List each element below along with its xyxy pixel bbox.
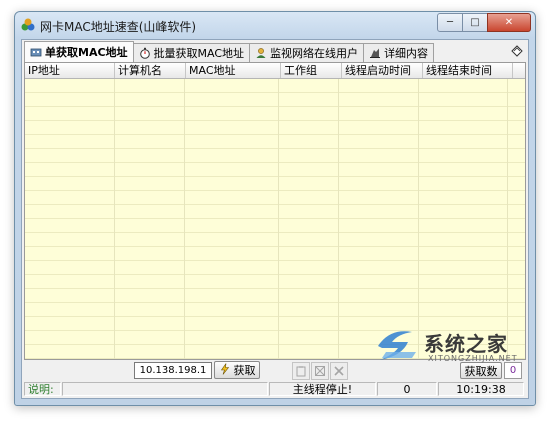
- column-header-mac[interactable]: MAC地址: [186, 63, 281, 78]
- table-body: [25, 79, 525, 359]
- client-area: 单获取MAC地址 批量获取MAC地址 监视网络在线用户 详细内容 IP地址 计算…: [21, 39, 529, 399]
- status-description-value: [62, 382, 268, 396]
- maximize-button[interactable]: □: [462, 13, 488, 32]
- fetch-count-value: 0: [504, 362, 522, 379]
- stopwatch-icon: [139, 47, 151, 59]
- tab-batch-mac[interactable]: 批量获取MAC地址: [132, 43, 251, 62]
- tab-monitor-users[interactable]: 监视网络在线用户: [249, 43, 365, 62]
- fetch-button-label: 获取: [233, 364, 256, 377]
- column-header-computer-name[interactable]: 计算机名: [115, 63, 186, 78]
- minimize-button[interactable]: ─: [437, 13, 463, 32]
- status-thread-state: 主线程停止!: [269, 382, 376, 396]
- user-monitor-icon: [255, 47, 267, 59]
- tab-details[interactable]: 详细内容: [363, 43, 435, 62]
- app-icon: [21, 18, 35, 31]
- tab-single-mac[interactable]: 单获取MAC地址: [24, 41, 134, 62]
- column-header-thread-start[interactable]: 线程启动时间: [342, 63, 423, 78]
- status-bar: 说明: 主线程停止! 0 10:19:38: [24, 382, 524, 396]
- tab-label: 监视网络在线用户: [270, 47, 359, 60]
- title-bar[interactable]: 网卡MAC地址速查(山峰软件) ─ □ ✕: [15, 12, 535, 38]
- window-title: 网卡MAC地址速查(山峰软件): [40, 20, 197, 34]
- clear-icon[interactable]: [330, 362, 348, 380]
- table-header: IP地址 计算机名 MAC地址 工作组 线程启动时间 线程结束时间: [25, 63, 525, 79]
- tab-label: 单获取MAC地址: [45, 46, 128, 59]
- details-icon: [369, 47, 381, 59]
- bottom-toolbar: 10.138.198.1 获取 获取数 0: [24, 361, 524, 381]
- status-time: 10:19:38: [438, 382, 524, 396]
- tab-label: 详细内容: [384, 47, 429, 60]
- fetch-button[interactable]: 获取: [214, 361, 260, 379]
- tab-strip: 单获取MAC地址 批量获取MAC地址 监视网络在线用户 详细内容: [24, 41, 435, 62]
- column-header-workgroup[interactable]: 工作组: [281, 63, 342, 78]
- status-description-label: 说明:: [24, 382, 61, 396]
- tab-label: 批量获取MAC地址: [153, 47, 245, 60]
- network-card-icon: [30, 46, 42, 58]
- lightning-icon: [219, 362, 231, 378]
- mac-results-table[interactable]: IP地址 计算机名 MAC地址 工作组 线程启动时间 线程结束时间: [24, 62, 526, 360]
- close-button[interactable]: ✕: [487, 13, 531, 32]
- ip-address-input[interactable]: 10.138.198.1: [134, 362, 212, 379]
- delete-grid-icon[interactable]: [311, 362, 329, 380]
- column-header-ip[interactable]: IP地址: [25, 63, 115, 78]
- status-count: 0: [377, 382, 437, 396]
- clipboard-icon[interactable]: [292, 362, 310, 380]
- app-window: 网卡MAC地址速查(山峰软件) ─ □ ✕ 单获取MAC地址 批量获取MAC地址: [14, 11, 536, 406]
- fetch-count-button[interactable]: 获取数: [460, 362, 502, 379]
- options-icon[interactable]: [510, 44, 524, 58]
- column-header-thread-end[interactable]: 线程结束时间: [423, 63, 513, 78]
